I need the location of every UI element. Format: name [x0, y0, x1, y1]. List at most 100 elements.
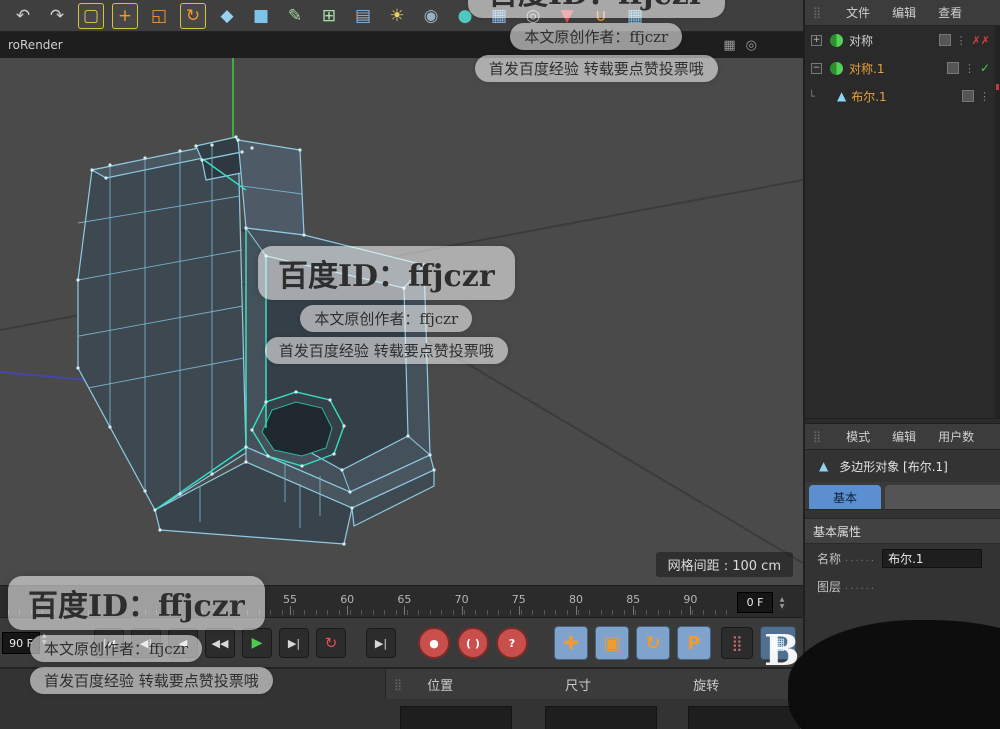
- position-x-field[interactable]: [400, 706, 512, 729]
- am-menu-edit[interactable]: 编辑: [892, 428, 916, 445]
- subdivide-icon[interactable]: ⊞: [316, 3, 342, 29]
- array-icon[interactable]: ▤: [350, 3, 376, 29]
- viewport-options-icon[interactable]: ◎: [746, 38, 757, 53]
- tab-more[interactable]: [885, 485, 1000, 509]
- object-row-symmetry[interactable]: + 对称 ⋮ ✗✗: [805, 26, 1000, 54]
- frame-spinner[interactable]: ▲ ▼: [776, 592, 788, 613]
- 3d-model[interactable]: [0, 58, 803, 585]
- ruler-tick: [384, 610, 386, 615]
- timeline-ruler[interactable]: 0 F ▲ ▼ 55 60 65 70 75 80 85 90: [0, 585, 803, 618]
- current-frame-field[interactable]: 0 F: [737, 592, 773, 613]
- size-x-field[interactable]: [545, 706, 657, 729]
- goto-end-button[interactable]: ▶|: [366, 628, 396, 658]
- ruler-tick: [464, 610, 465, 615]
- parent-coords-button[interactable]: P: [677, 626, 711, 660]
- grip-icon[interactable]: ⣿: [813, 430, 821, 443]
- ruler-tick: [543, 610, 545, 615]
- redo-icon[interactable]: ↷: [44, 3, 70, 29]
- ruler-tick: [703, 610, 705, 615]
- pen-spline-icon[interactable]: ✎: [282, 3, 308, 29]
- move-tool-icon[interactable]: +: [112, 2, 138, 29]
- scale-tool-button[interactable]: ▣: [595, 626, 629, 660]
- goto-start-button[interactable]: |◀: [94, 628, 124, 658]
- play-button[interactable]: ▶: [242, 628, 272, 658]
- collapse-icon[interactable]: −: [811, 62, 822, 74]
- render-settings-icon[interactable]: ◎: [520, 3, 546, 29]
- render-view-icon[interactable]: ▦: [486, 3, 512, 29]
- tag-swatch[interactable]: [962, 90, 974, 102]
- visibility-dots-icon[interactable]: ⋮: [979, 90, 990, 103]
- ruler-tick-major: [404, 606, 406, 615]
- light-icon[interactable]: ☀: [384, 3, 410, 29]
- help-button[interactable]: ?: [496, 627, 528, 659]
- viewport-canvas[interactable]: 网格间距 : 100 cm: [0, 58, 803, 585]
- size-header[interactable]: 尺寸: [565, 675, 591, 694]
- visibility-dots-icon[interactable]: ⋮: [964, 62, 975, 75]
- layout-grid-icon[interactable]: ▦: [622, 3, 648, 29]
- ruler-tick: [646, 610, 648, 615]
- loop-button[interactable]: ↻: [316, 628, 346, 658]
- enable-toggle[interactable]: ✓: [980, 61, 990, 75]
- record-keyframe-button[interactable]: ●: [418, 627, 450, 659]
- om-menu-file[interactable]: 文件: [846, 4, 870, 21]
- om-menu-view[interactable]: 查看: [938, 4, 962, 21]
- prev-frame-button[interactable]: ◀◀: [205, 628, 235, 658]
- viewport-grid-icon[interactable]: ▦: [723, 38, 735, 53]
- object-label[interactable]: 对称.1: [849, 60, 884, 77]
- ruler-tick: [213, 610, 215, 615]
- viewport-menu-prorender[interactable]: roRender: [0, 38, 71, 52]
- playback-group: |◀ ◀| ◀ ◀◀ ▶ ▶| ↻: [94, 628, 346, 658]
- object-row-symmetry-1[interactable]: − 对称.1 ⋮ ✓: [805, 54, 1000, 82]
- ruler-tick: [623, 610, 625, 615]
- sky-material-icon[interactable]: ●: [452, 3, 478, 29]
- am-menu-mode[interactable]: 模式: [846, 428, 870, 445]
- prev-key-button[interactable]: ◀|: [131, 628, 161, 658]
- export-arrow-icon[interactable]: ▼: [554, 3, 580, 29]
- grip-icon[interactable]: ⣿: [394, 678, 402, 691]
- snap-icon[interactable]: ∪: [588, 3, 614, 29]
- grip-icon[interactable]: ⣿: [813, 6, 821, 19]
- tag-swatch[interactable]: [938, 34, 951, 46]
- om-scrollbar[interactable]: [995, 26, 1000, 418]
- rotate-tool-icon[interactable]: ↻: [180, 2, 206, 29]
- next-frame-button[interactable]: ▶|: [279, 628, 309, 658]
- move-tool-button[interactable]: ✚: [554, 626, 588, 660]
- tag-swatch[interactable]: [946, 62, 959, 74]
- viewport-panel: roRender ▦ ◎ 网格间距: 100 cm: [0, 32, 803, 585]
- playback-group: ✚ ▣ ↻ P: [554, 626, 711, 660]
- axis-lock-icon[interactable]: ◆: [214, 3, 240, 29]
- play-reverse-button[interactable]: ◀: [168, 628, 198, 658]
- ruler-number: 75: [511, 593, 526, 606]
- ruler-tick: [407, 610, 408, 615]
- start-frame-field[interactable]: 90 F: [2, 632, 40, 654]
- expand-icon[interactable]: +: [811, 34, 822, 46]
- enable-toggle[interactable]: ✗✗: [972, 34, 990, 47]
- position-header[interactable]: 位置: [427, 675, 453, 694]
- scale-tool-icon[interactable]: ◱: [146, 3, 172, 29]
- layer-row: 图层 ......: [805, 572, 1000, 600]
- rotate-tool-button[interactable]: ↻: [636, 626, 670, 660]
- ruler-tick: [486, 610, 488, 615]
- ruler-tick: [669, 610, 671, 615]
- om-menu-edit[interactable]: 编辑: [892, 4, 916, 21]
- object-row-boole-1[interactable]: └ ▲ 布尔.1 ⋮: [805, 82, 1000, 110]
- select-box-icon[interactable]: ▢: [78, 2, 104, 29]
- visibility-dots-icon[interactable]: ⋮: [956, 34, 967, 47]
- undo-icon[interactable]: ↶: [10, 3, 36, 29]
- tab-basic[interactable]: 基本: [809, 485, 881, 509]
- dots-grid-button[interactable]: ⣿: [721, 627, 753, 659]
- rotation-header[interactable]: 旋转: [693, 675, 719, 694]
- object-label[interactable]: 对称: [849, 32, 873, 49]
- start-frame-spinner[interactable]: ▲ ▼: [42, 632, 47, 646]
- name-field[interactable]: 布尔.1: [882, 548, 983, 568]
- autokey-button[interactable]: ( ): [457, 627, 489, 659]
- ruler-tick: [167, 610, 169, 615]
- camera-icon[interactable]: ◉: [418, 3, 444, 29]
- object-label[interactable]: 布尔.1: [851, 88, 886, 105]
- am-menu-user[interactable]: 用户数: [938, 428, 974, 445]
- grid-spacing-label: 网格间距 : 100 cm: [655, 552, 793, 577]
- ruler-tick: [236, 610, 237, 615]
- cube-primitive-icon[interactable]: ■: [248, 3, 274, 29]
- rotation-h-field[interactable]: [688, 706, 800, 729]
- ruler-tick: [429, 610, 431, 615]
